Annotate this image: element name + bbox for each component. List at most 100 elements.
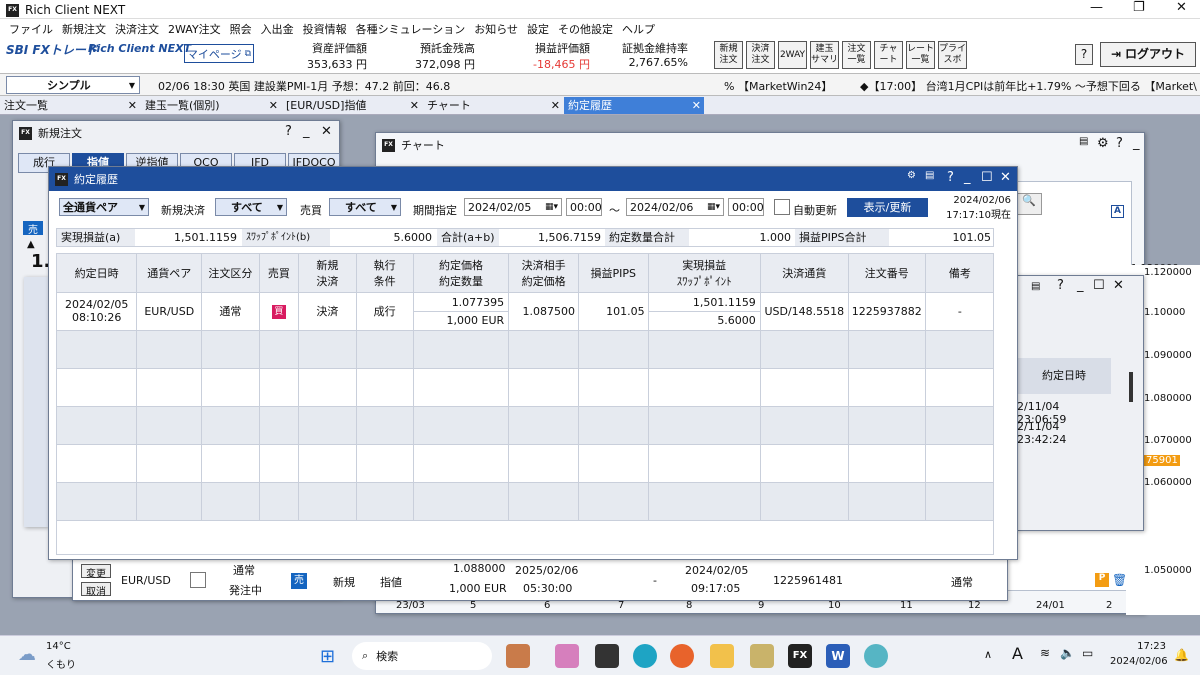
edge-icon[interactable] bbox=[633, 644, 657, 668]
tab-execution-history[interactable]: 約定履歴 ✕ bbox=[564, 97, 704, 114]
menu-inquiry[interactable]: 照会 bbox=[230, 21, 252, 37]
csv-icon[interactable]: ▤ bbox=[1079, 136, 1088, 147]
chart-button[interactable]: チャ ート bbox=[874, 41, 903, 69]
close-icon[interactable]: ✕ bbox=[269, 97, 278, 114]
close-icon[interactable]: ✕ bbox=[692, 97, 701, 114]
app-icon[interactable] bbox=[750, 644, 774, 668]
clock-date[interactable]: 2024/02/06 bbox=[1110, 656, 1168, 667]
table-row[interactable]: 2024/02/05 08:10:26 EUR/USD 通常 買 決済 成行 1.… bbox=[57, 292, 993, 331]
minimize-icon[interactable]: _ bbox=[1077, 278, 1084, 293]
market-news-ticker[interactable]: ◆【17:00】 台湾1月CPIは前年比+1.79% ～予想下回る 【Marke… bbox=[860, 78, 1200, 94]
from-time-input[interactable]: 00:00 bbox=[566, 198, 602, 216]
col-exec[interactable]: 執行 条件 bbox=[356, 254, 414, 293]
battery-icon[interactable]: ▭ bbox=[1082, 646, 1093, 660]
trash-icon[interactable]: 🗑 bbox=[1112, 573, 1127, 587]
col-pnl[interactable]: 実現損益 ｽﾜｯﾌﾟﾎﾟｲﾝﾄ bbox=[648, 254, 761, 293]
file-explorer-icon[interactable] bbox=[506, 644, 530, 668]
tab-positions[interactable]: 建玉一覧(個別) ✕ bbox=[141, 97, 281, 114]
help-icon[interactable]: ? bbox=[947, 170, 954, 185]
col-note[interactable]: 備考 bbox=[925, 254, 993, 293]
minimize-icon[interactable]: _ bbox=[303, 124, 310, 139]
cancel-button[interactable]: 取消 bbox=[81, 582, 111, 598]
economic-news-ticker[interactable]: 02/06 18:30 英国 建設業PMI-1月 予想：47.2 前回：46.8 bbox=[158, 78, 450, 94]
close-icon[interactable]: ✕ bbox=[1000, 170, 1011, 185]
menu-settings[interactable]: 設定 bbox=[527, 21, 549, 37]
tab-order-list[interactable]: 注文一覧 ✕ bbox=[0, 97, 140, 114]
gear-icon[interactable]: ⚙ bbox=[1097, 136, 1109, 151]
minimize-icon[interactable]: _ bbox=[1133, 136, 1140, 151]
taskbar-search[interactable]: ⌕ 検索 bbox=[352, 642, 492, 670]
help-button[interactable]: ? bbox=[1075, 44, 1093, 65]
ime-icon[interactable]: A bbox=[1012, 644, 1023, 663]
price-board-button[interactable]: プライ スボ bbox=[938, 41, 967, 69]
menu-close-order[interactable]: 決済注文 bbox=[115, 21, 159, 37]
close-order-button[interactable]: 決済 注文 bbox=[746, 41, 775, 69]
close-icon[interactable]: ✕ bbox=[1113, 278, 1124, 293]
menu-news[interactable]: お知らせ bbox=[474, 21, 518, 37]
2way-button[interactable]: 2WAY bbox=[778, 41, 807, 69]
col-date[interactable]: 約定日時 bbox=[57, 254, 138, 293]
minimize-icon[interactable]: _ bbox=[964, 170, 971, 185]
scrollbar-thumb[interactable] bbox=[1129, 372, 1133, 402]
csv-icon[interactable]: ▤ bbox=[925, 170, 934, 181]
close-icon[interactable]: ✕ bbox=[551, 97, 560, 114]
app-icon[interactable] bbox=[864, 644, 888, 668]
restore-button[interactable]: ❐ bbox=[1133, 0, 1145, 15]
calendar-icon[interactable]: ▦▾ bbox=[545, 202, 558, 212]
auto-refresh-checkbox[interactable] bbox=[774, 199, 790, 215]
logout-button[interactable]: ⇥ ログアウト bbox=[1100, 42, 1196, 67]
weather-temp[interactable]: 14°C bbox=[46, 641, 71, 652]
chevron-up-icon[interactable]: ∧ bbox=[984, 648, 992, 661]
col-ccy[interactable]: 決済通貨 bbox=[760, 254, 849, 293]
clock-time[interactable]: 17:23 bbox=[1110, 641, 1166, 652]
fx-app-icon[interactable]: FX bbox=[788, 644, 812, 668]
close-icon[interactable]: ✕ bbox=[128, 97, 137, 114]
close-icon[interactable]: ✕ bbox=[321, 124, 332, 139]
col-kind[interactable]: 注文区分 bbox=[201, 254, 260, 293]
menu-file[interactable]: ファイル bbox=[9, 21, 53, 37]
menu-deposit[interactable]: 入出金 bbox=[261, 21, 294, 37]
notification-icon[interactable]: 🔔 bbox=[1174, 648, 1189, 662]
position-p-icon[interactable]: P bbox=[1095, 573, 1109, 587]
search-icon[interactable]: 🔍 bbox=[1016, 193, 1042, 215]
col-newclose[interactable]: 新規 決済 bbox=[298, 254, 357, 293]
menu-help[interactable]: ヘルプ bbox=[622, 21, 655, 37]
wifi-icon[interactable]: ≋ bbox=[1040, 646, 1050, 660]
col-price[interactable]: 約定価格 約定数量 bbox=[413, 254, 510, 293]
col-order[interactable]: 注文番号 bbox=[848, 254, 926, 293]
settings-icon[interactable]: ⚙ bbox=[907, 170, 916, 181]
calendar-icon[interactable]: ▦▾ bbox=[707, 202, 720, 212]
close-button[interactable]: ✕ bbox=[1176, 0, 1187, 15]
col-pips[interactable]: 損益PIPS bbox=[578, 254, 649, 293]
menu-2way[interactable]: 2WAY注文 bbox=[168, 21, 221, 37]
pair-select[interactable]: 全通貨ペア ▼ bbox=[59, 198, 149, 216]
market-ticker[interactable]: % 【MarketWin24】 bbox=[724, 78, 832, 94]
help-icon[interactable]: ? bbox=[1057, 278, 1064, 293]
annotation-a-icon[interactable]: A bbox=[1111, 205, 1124, 218]
newclose-select[interactable]: すべて ▼ bbox=[215, 198, 287, 216]
weather-desc[interactable]: くもり bbox=[46, 656, 76, 671]
maximize-icon[interactable]: ☐ bbox=[981, 170, 993, 185]
app-icon[interactable] bbox=[595, 644, 619, 668]
folder-icon[interactable] bbox=[710, 644, 734, 668]
tab-limit-order[interactable]: [EUR/USD]指値 ✕ bbox=[282, 97, 422, 114]
mode-select[interactable]: シンプル ▼ bbox=[6, 76, 140, 94]
mypage-button[interactable]: マイページ ⧉ bbox=[184, 44, 254, 63]
col-side[interactable]: 売買 bbox=[259, 254, 300, 293]
menu-simulation[interactable]: 各種シミュレーション bbox=[356, 21, 466, 37]
help-icon[interactable]: ? bbox=[285, 124, 292, 139]
to-time-input[interactable]: 00:00 bbox=[728, 198, 764, 216]
rate-list-button[interactable]: レート 一覧 bbox=[906, 41, 935, 69]
speaker-icon[interactable]: 🔈 bbox=[1060, 646, 1075, 660]
position-summary-button[interactable]: 建玉 サマリ bbox=[810, 41, 839, 69]
col-pair[interactable]: 通貨ペア bbox=[136, 254, 203, 293]
change-button[interactable]: 変更 bbox=[81, 564, 111, 580]
tab-chart[interactable]: チャート ✕ bbox=[423, 97, 563, 114]
col-counter[interactable]: 決済相手 約定価格 bbox=[508, 254, 579, 293]
csv-icon[interactable]: ▤ bbox=[1031, 281, 1040, 292]
menu-info[interactable]: 投資情報 bbox=[303, 21, 347, 37]
new-order-button[interactable]: 新規 注文 bbox=[714, 41, 743, 69]
order-checkbox[interactable] bbox=[190, 572, 206, 588]
refresh-button[interactable]: 表示/更新 bbox=[847, 198, 928, 217]
menu-new-order[interactable]: 新規注文 bbox=[62, 21, 106, 37]
